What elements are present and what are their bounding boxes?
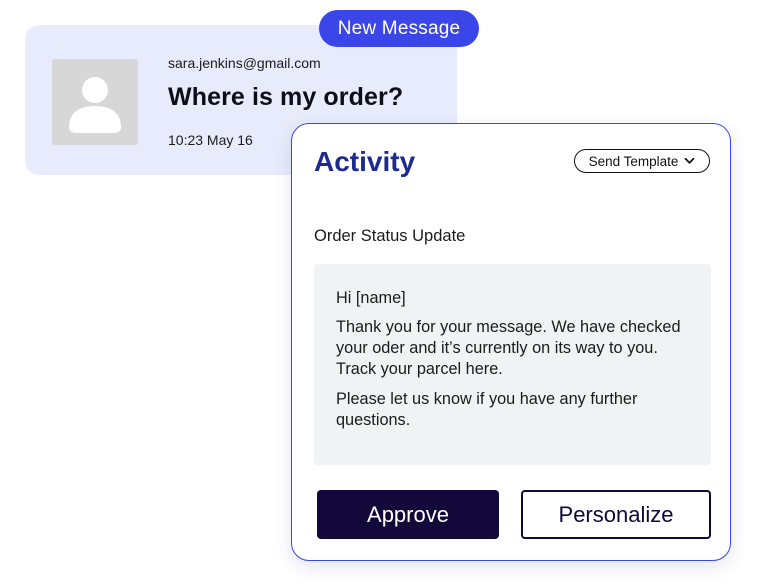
template-paragraph: Please let us know if you have any furth…: [336, 390, 638, 429]
user-placeholder-icon: [52, 59, 138, 145]
new-message-badge: New Message: [319, 10, 479, 47]
template-message-body[interactable]: Hi [name] Thank you for your message. We…: [314, 264, 711, 465]
message-subject: Where is my order?: [168, 83, 404, 111]
template-greeting: Hi [name]: [336, 289, 406, 307]
template-paragraph: Thank you for your message. We have chec…: [336, 318, 681, 378]
template-name: Order Status Update: [314, 227, 466, 245]
activity-panel: Activity Send Template Order Status Upda…: [291, 123, 731, 561]
send-template-dropdown[interactable]: Send Template: [574, 149, 710, 173]
send-template-label: Send Template: [588, 153, 679, 169]
sender-email: sara.jenkins@gmail.com: [168, 55, 321, 71]
message-timestamp: 10:23 May 16: [168, 132, 253, 148]
panel-title: Activity: [314, 146, 416, 177]
chevron-down-icon: [684, 157, 695, 165]
personalize-button[interactable]: Personalize: [521, 490, 711, 539]
approve-button[interactable]: Approve: [317, 490, 499, 539]
stage: sara.jenkins@gmail.com Where is my order…: [0, 0, 779, 585]
